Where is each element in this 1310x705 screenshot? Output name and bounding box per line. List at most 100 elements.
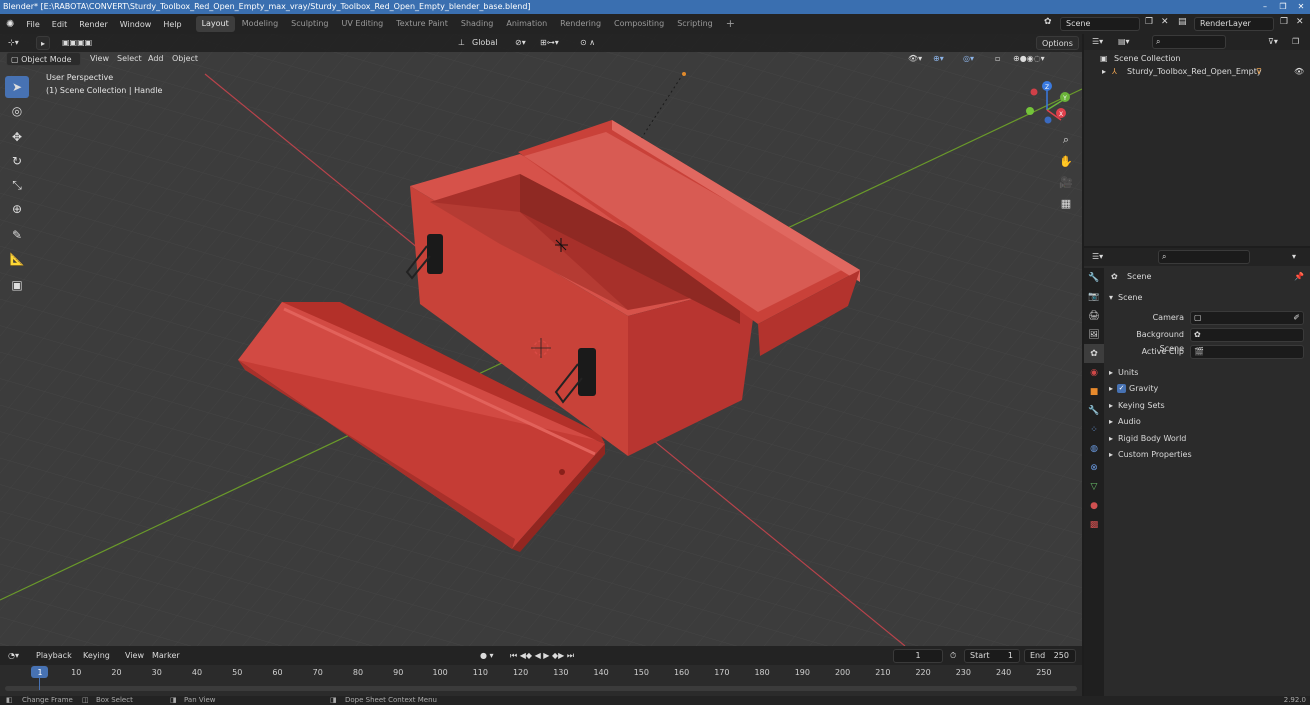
camera-view-icon[interactable]: 🎥	[1057, 173, 1075, 191]
tab-shading[interactable]: Shading	[455, 16, 500, 32]
scene-selector[interactable]: Scene	[1060, 17, 1140, 31]
gizmo-toggle-icon[interactable]: ⊕▾	[933, 52, 944, 66]
move-tool-icon[interactable]: ✥	[5, 126, 29, 148]
texture-tab-icon[interactable]: ▩	[1084, 515, 1104, 534]
output-tab-icon[interactable]: 🖨	[1084, 306, 1104, 325]
menu-file[interactable]: File	[20, 20, 45, 29]
menu-playback[interactable]: Playback	[36, 649, 72, 663]
custom-properties-section[interactable]: Custom Properties	[1118, 448, 1192, 462]
menu-keying[interactable]: Keying	[83, 649, 110, 663]
cursor-tool-icon[interactable]: ◎	[5, 100, 29, 122]
keying-sets-section[interactable]: Keying Sets	[1118, 399, 1165, 413]
zoom-icon[interactable]: ⌕	[1057, 131, 1075, 149]
tab-sculpting[interactable]: Sculpting	[285, 16, 334, 32]
constraints-tab-icon[interactable]: ⊗	[1084, 458, 1104, 477]
menu-object[interactable]: Object	[172, 52, 198, 66]
annotate-tool-icon[interactable]: ✎	[5, 224, 29, 246]
data-tab-icon[interactable]: ▽	[1084, 477, 1104, 496]
transform-tool-icon[interactable]: ⊕	[5, 198, 29, 220]
properties-options-icon[interactable]: ▾	[1292, 250, 1296, 264]
measure-tool-icon[interactable]: 📐	[5, 248, 29, 270]
keying-sets-chevron-icon[interactable]: ▸	[1109, 399, 1113, 413]
orientation-icon[interactable]: ⊥	[458, 36, 465, 50]
pivot-icon[interactable]: ⊘▾	[515, 36, 526, 50]
overlay-toggle-icon[interactable]: ◎▾	[963, 52, 974, 66]
menu-view[interactable]: View	[90, 52, 109, 66]
world-tab-icon[interactable]: ◉	[1084, 363, 1104, 382]
rigid-body-chevron-icon[interactable]: ▸	[1109, 432, 1113, 446]
gravity-section[interactable]: Gravity	[1129, 382, 1158, 396]
scene-panel-chevron-icon[interactable]: ▾	[1109, 291, 1113, 305]
new-collection-icon[interactable]: ❐	[1292, 35, 1299, 49]
3d-viewport[interactable]: Z Y X	[0, 34, 1082, 646]
close-icon[interactable]: ✕	[1292, 0, 1310, 14]
menu-timeline-view[interactable]: View	[125, 649, 144, 663]
properties-editor-icon[interactable]: ☰▾	[1092, 250, 1103, 264]
menu-edit[interactable]: Edit	[46, 20, 74, 29]
tab-uv-editing[interactable]: UV Editing	[336, 16, 390, 32]
menu-window[interactable]: Window	[114, 20, 158, 29]
end-frame-field[interactable]: End 250	[1024, 649, 1076, 663]
remove-layer-icon[interactable]: ✕	[1296, 17, 1304, 27]
modifier-tab-icon[interactable]: 🔧	[1084, 401, 1104, 420]
proportional-icon[interactable]: ⊙ ∧	[580, 36, 595, 50]
shading-modes-icon[interactable]: ⊕●◉◌▾	[1013, 52, 1045, 66]
scene-panel-header[interactable]: Scene	[1118, 291, 1142, 305]
tab-modeling[interactable]: Modeling	[236, 16, 284, 32]
add-cube-tool-icon[interactable]: ▣	[5, 274, 29, 296]
menu-select[interactable]: Select	[117, 52, 142, 66]
filter-icon[interactable]: ⊽▾	[1268, 35, 1278, 49]
units-chevron-icon[interactable]: ▸	[1109, 366, 1113, 380]
pan-hand-icon[interactable]: ✋	[1057, 152, 1075, 170]
particles-tab-icon[interactable]: ⁘	[1084, 420, 1104, 439]
select-box-tool-icon[interactable]: ➤	[5, 76, 29, 98]
timeline-editor-icon[interactable]: ◔▾	[8, 649, 19, 663]
playback-controls-icon[interactable]: ⏮ ◀◆ ◀ ▶ ◆▶ ⏭	[510, 649, 574, 663]
mode-dropdown[interactable]: ▢ Object Mode	[6, 52, 81, 66]
menu-add[interactable]: Add	[148, 52, 164, 66]
snap-icon[interactable]: ⊞⊶▾	[540, 36, 559, 50]
render-layer-icon[interactable]: ▤	[1178, 17, 1187, 27]
camera-field[interactable]: ▢ ✐	[1190, 311, 1304, 325]
menu-help[interactable]: Help	[157, 20, 187, 29]
new-scene-icon[interactable]: ❐	[1145, 17, 1153, 27]
outliner-search-input[interactable]: ⌕	[1152, 35, 1226, 49]
eye-visibility-icon[interactable]: 👁	[1294, 65, 1304, 79]
scene-tab-icon[interactable]: ✿	[1084, 344, 1104, 363]
eyedropper-icon[interactable]: ✐	[1293, 312, 1300, 324]
scene-collection-label[interactable]: Scene Collection	[1114, 52, 1181, 66]
menu-render[interactable]: Render	[73, 20, 113, 29]
add-workspace-icon[interactable]: +	[720, 16, 741, 32]
tab-scripting[interactable]: Scripting	[671, 16, 719, 32]
select-mode-icon[interactable]: ▸	[36, 36, 50, 50]
rigid-body-world-section[interactable]: Rigid Body World	[1118, 432, 1186, 446]
remove-scene-icon[interactable]: ✕	[1161, 17, 1169, 27]
selection-modes-icon[interactable]: ▣▣▣▣	[62, 36, 92, 50]
audio-section[interactable]: Audio	[1118, 415, 1141, 429]
physics-tab-icon[interactable]: ◍	[1084, 439, 1104, 458]
outliner-object-label[interactable]: Sturdy_Toolbox_Red_Open_Empty	[1127, 65, 1262, 79]
timeline-scrollbar[interactable]	[5, 686, 1077, 691]
editor-type-icon[interactable]: ⊹▾	[8, 36, 19, 50]
display-mode-icon[interactable]: ▤▾	[1118, 35, 1130, 49]
gravity-chevron-icon[interactable]: ▸	[1109, 382, 1113, 396]
properties-search-input[interactable]: ⌕	[1158, 250, 1250, 264]
record-icon[interactable]: ● ▾	[480, 649, 494, 663]
clock-icon[interactable]: ⏱	[950, 649, 956, 663]
custom-props-chevron-icon[interactable]: ▸	[1109, 448, 1113, 462]
pin-icon[interactable]: 📌	[1294, 270, 1304, 284]
rotate-tool-icon[interactable]: ↻	[5, 150, 29, 172]
tab-animation[interactable]: Animation	[500, 16, 553, 32]
xray-icon[interactable]: ▫	[995, 52, 1000, 66]
options-dropdown[interactable]: Options	[1036, 36, 1079, 50]
tab-layout[interactable]: Layout	[195, 16, 235, 32]
new-layer-icon[interactable]: ❐	[1280, 17, 1288, 27]
object-tab-icon[interactable]: ■	[1084, 382, 1104, 401]
tool-tab-icon[interactable]: 🔧	[1084, 268, 1104, 287]
active-clip-field[interactable]: 🎬	[1190, 345, 1304, 359]
maximize-icon[interactable]: ❐	[1274, 0, 1292, 14]
orientation-dropdown[interactable]: Global	[472, 36, 498, 50]
render-layer-selector[interactable]: RenderLayer	[1194, 17, 1274, 31]
start-frame-field[interactable]: Start 1	[964, 649, 1020, 663]
material-tab-icon[interactable]: ●	[1084, 496, 1104, 515]
